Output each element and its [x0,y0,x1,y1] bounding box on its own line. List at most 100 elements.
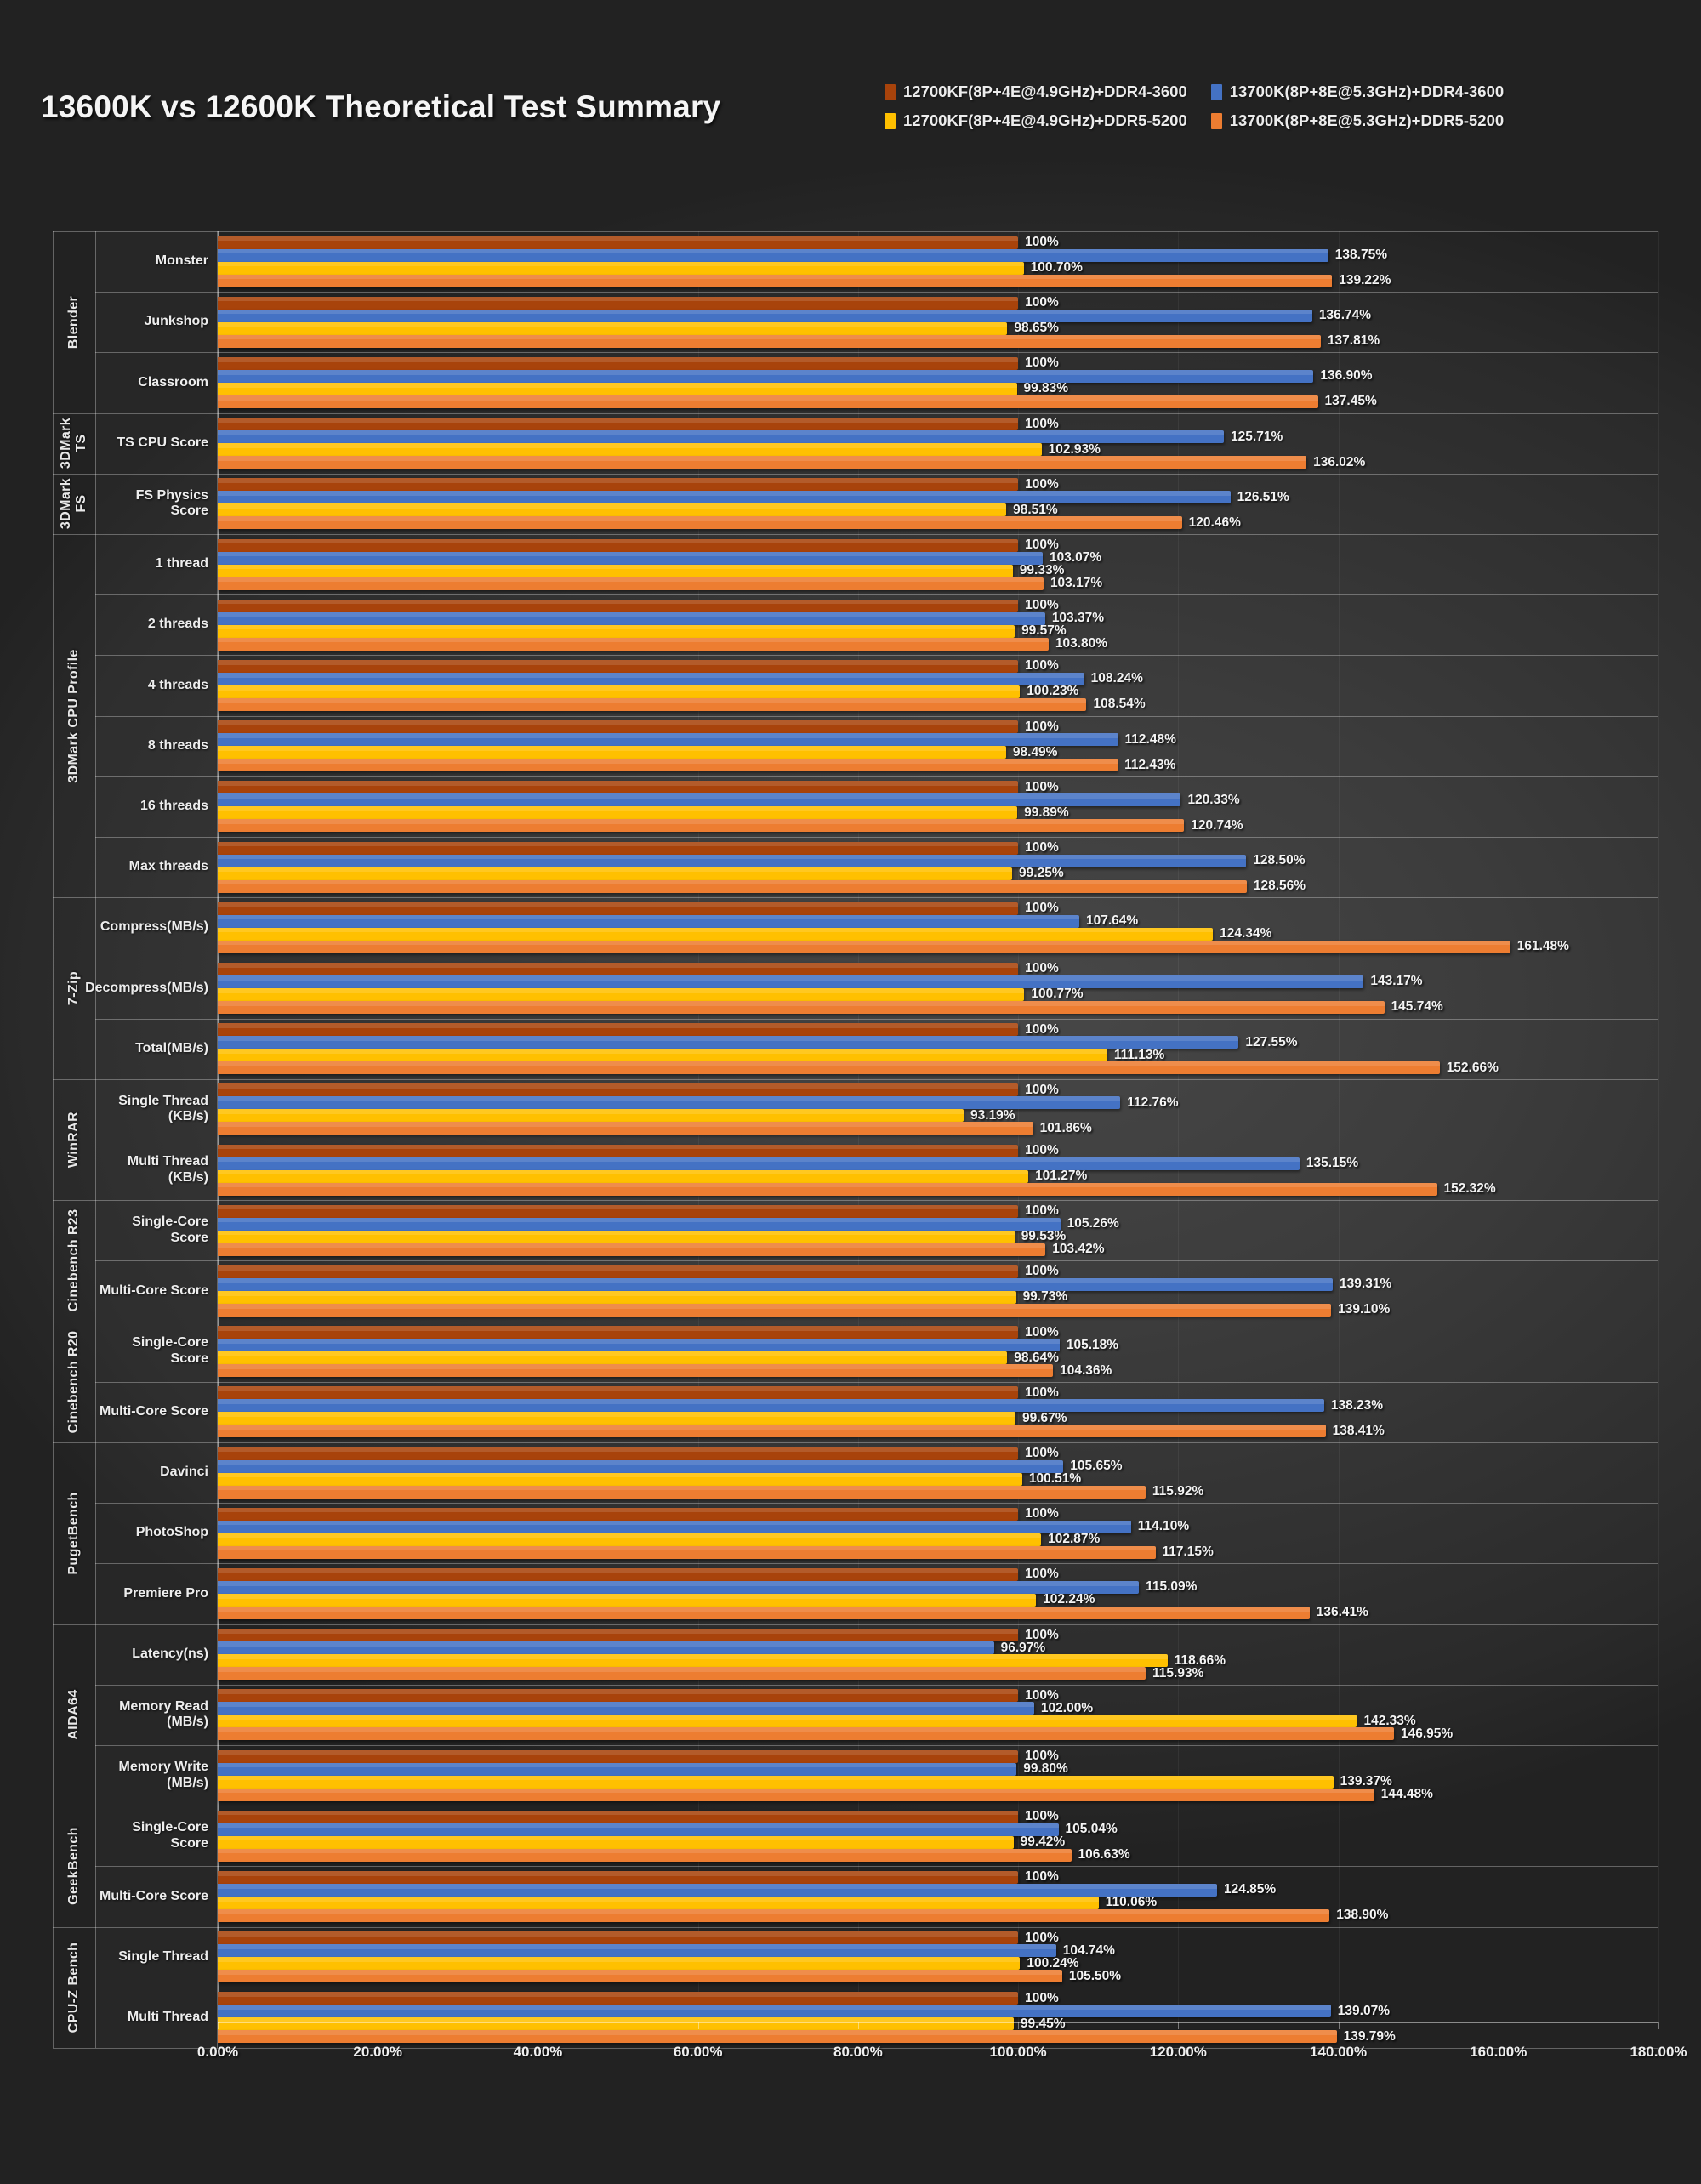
bar-value-label: 100% [1025,1082,1059,1097]
chart-row: 8 threads 100% 112.48% 98.49% 112.43% [53,715,1658,776]
bar-value-label: 105.18% [1066,1337,1119,1352]
legend-swatch-icon [885,83,896,100]
bar-fill [218,1049,1107,1062]
bar-fill [218,940,1510,953]
row-item-cell: Memory Write (MB/s) [95,1745,218,1806]
bar-fill [218,1545,1156,1559]
legend-item[interactable]: 12700KF(8P+4E@4.9GHz)+DDR5-5200 [885,111,1187,130]
group-divider [53,1321,54,1442]
chart-rows: Monster 100% 138.75% 100.70% 139.22% Junkshop… [53,231,1658,2049]
chart-row: PhotoShop 100% 114.10% 102.87% 117.15% [53,1503,1658,1564]
row-item-label: Multi-Core Score [99,1888,208,1903]
bar-fill [218,867,1013,880]
bar-fill [218,637,1049,651]
bar-fill [218,1823,1059,1836]
bar-value-label: 99.73% [1022,1289,1068,1305]
bar-fill [218,720,1019,734]
gridline [1658,231,1659,2022]
row-group-label: AIDA64 [66,1689,81,1741]
bar-fill [218,1992,1019,2005]
row-group: Blender [53,231,95,413]
bar-fill [218,1567,1019,1581]
chart-row: Decompress(MB/s) 100% 143.17% 100.77% 145.74… [53,958,1658,1019]
legend-item[interactable]: 13700K(8P+8E@5.3GHz)+DDR5-5200 [1210,111,1504,130]
bar: 98.51% [218,503,1058,517]
x-tick-label: 60.00% [673,2044,723,2060]
bar-fill [218,356,1019,370]
bar: 98.64% [218,1351,1059,1365]
row-item-label: Single Thread [118,1948,208,1964]
chart-row: Premiere Pro 100% 115.09% 102.24% 136.41% [53,1563,1658,1624]
row-group-label: 7-Zip [66,970,81,1006]
x-tick-label: 140.00% [1309,2044,1368,2060]
bar-fill [218,901,1019,915]
legend-item[interactable]: 12700KF(8P+4E@4.9GHz)+DDR4-3600 [885,82,1187,101]
bar: 136.02% [218,455,1365,469]
bar-value-label: 117.15% [1162,1544,1214,1560]
bar-fill [218,382,1017,395]
bar-fill [218,1593,1037,1607]
row-item-cell: Multi-Core Score [95,1866,218,1927]
x-tick-mark [1658,2022,1659,2029]
bar-value-label: 127.55% [1245,1034,1298,1049]
row-item-label: 16 threads [139,798,208,813]
bar: 115.09% [218,1579,1197,1594]
chart-row: FS Physics Score 100% 126.51% 98.51% 120.46% [53,473,1658,534]
row-item-cell: FS Physics Score [95,473,218,534]
row-item-cell: Multi Thread (KB/s) [95,1140,218,1201]
bar: 100% [218,1083,1059,1097]
chart-row: 16 threads 100% 120.33% 99.89% 120.74% [53,776,1658,837]
bar-fill [218,1883,1217,1897]
bar: 152.66% [218,1061,1499,1075]
bar: 139.22% [218,273,1391,287]
bar-value-label: 112.76% [1127,1095,1179,1110]
bar: 112.43% [218,758,1175,772]
bar-value-label: 152.32% [1443,1181,1496,1197]
bar: 144.48% [218,1787,1433,1801]
row-item-label: Max threads [128,859,208,874]
row-item-cell: Max threads [95,837,218,898]
row-divider [95,1442,96,1504]
bar: 103.42% [218,1242,1105,1256]
legend-item[interactable]: 13700K(8P+8E@5.3GHz)+DDR4-3600 [1210,82,1504,101]
bar-value-label: 145.74% [1391,999,1443,1015]
bar-value-label: 110.06% [1105,1895,1158,1910]
bar-fill [218,1290,1016,1304]
bar: 108.24% [218,671,1143,685]
legend-item-label: 12700KF(8P+4E@4.9GHz)+DDR4-3600 [903,82,1187,100]
bar: 124.85% [218,1882,1276,1897]
bar: 128.50% [218,853,1306,867]
row-bars: 100% 124.85% 110.06% 138.90% [218,1866,1658,1926]
row-bars: 100% 105.65% 100.51% 115.92% [218,1442,1658,1503]
bar-value-label: 125.71% [1231,429,1283,444]
bar-value-label: 143.17% [1370,974,1423,989]
bar-value-label: 98.65% [1014,321,1059,336]
row-item-cell: Single-Core Score [95,1200,218,1261]
legend-swatch-icon [1210,83,1222,100]
bar-value-label: 115.09% [1146,1579,1198,1595]
bar-value-label: 100.51% [1028,1471,1082,1487]
bar: 136.90% [218,368,1373,383]
bar-value-label: 100% [1025,1021,1059,1037]
row-divider [95,1926,96,1988]
chart-row: Junkshop 100% 136.74% 98.65% 137.81% [53,292,1658,353]
bar-value-label: 136.02% [1313,454,1366,469]
bar-fill [218,1702,1034,1715]
row-item-label: Total(MB/s) [135,1040,208,1055]
row-item-cell: 4 threads [95,655,218,716]
x-tick-label: 160.00% [1470,2044,1527,2060]
bar-value-label: 100% [1025,1446,1059,1461]
row-divider [95,1563,96,1624]
bar-value-label: 112.48% [1124,731,1176,747]
bar: 139.37% [218,1774,1392,1789]
row-bars: 100% 127.55% 111.13% 152.66% [218,1019,1658,1079]
bar: 100% [218,1203,1059,1218]
row-group-label: 3DMark CPU Profile [66,648,81,783]
bar-fill [218,1399,1324,1413]
group-divider [53,897,54,1079]
bar: 115.92% [218,1484,1203,1499]
chart-row: Memory Write (MB/s) 100% 99.80% 139.37% 144.… [53,1745,1658,1806]
bar-value-label: 112.43% [1124,757,1176,772]
bar-value-label: 105.26% [1067,1216,1119,1231]
bar-fill [218,1689,1019,1703]
